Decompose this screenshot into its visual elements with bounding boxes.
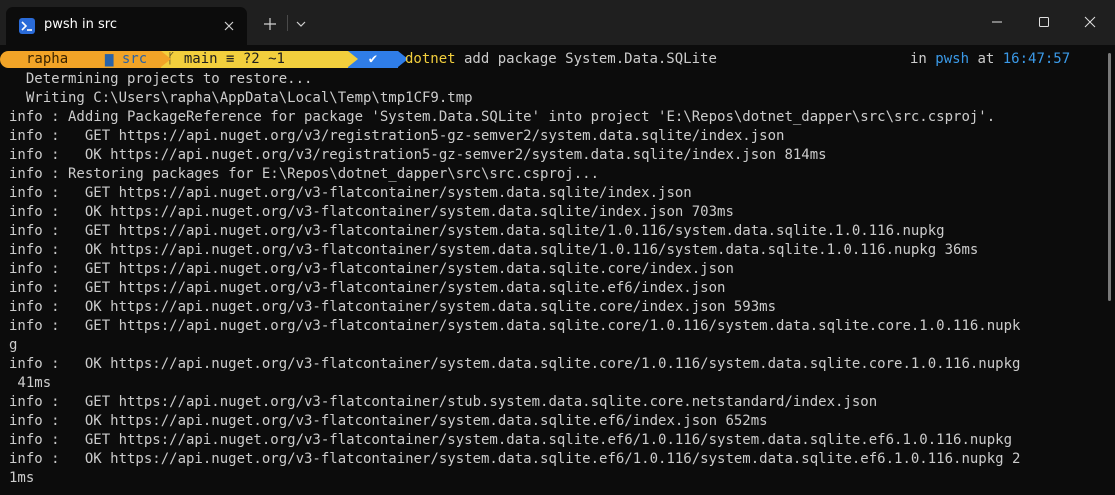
right-prompt-at: at bbox=[969, 51, 1003, 67]
prompt-git-status: main ≡ ?2 ~1 bbox=[183, 51, 285, 67]
chevron-down-icon[interactable] bbox=[291, 12, 311, 36]
output-line: info : OK https://api.nuget.org/v3-flatc… bbox=[9, 413, 768, 429]
output-line: info : OK https://api.nuget.org/v3/regis… bbox=[9, 147, 827, 163]
command-arguments: add package System.Data.SQLite bbox=[455, 51, 717, 67]
output-line: info : Adding PackageReference for packa… bbox=[9, 109, 996, 125]
prompt-user-segment: rapha bbox=[0, 51, 83, 68]
output-line: info : Restoring packages for E:\Repos\d… bbox=[9, 166, 600, 182]
output-line: Determining projects to restore... bbox=[9, 71, 313, 87]
output-line: info : GET https://api.nuget.org/v3-flat… bbox=[9, 261, 734, 277]
right-prompt: in pwsh at 16:47:57 bbox=[910, 51, 1070, 68]
output-line: Writing C:\Users\rapha\AppData\Local\Tem… bbox=[9, 90, 473, 106]
prompt-dir-segment: ▆ src bbox=[83, 51, 161, 68]
title-bar: pwsh in src bbox=[0, 0, 1115, 45]
powerline-separator bbox=[161, 51, 171, 67]
prompt-line: rapha ▆ src ᚴ main ≡ ?2 ~1 ✔ dotnet add … bbox=[0, 50, 1115, 68]
output-line: info : GET https://api.nuget.org/v3-flat… bbox=[9, 318, 1021, 334]
checkmark-icon: ✔ bbox=[368, 51, 378, 67]
output-line: info : GET https://api.nuget.org/v3-flat… bbox=[9, 280, 726, 296]
output-line: info : OK https://api.nuget.org/v3-flatc… bbox=[9, 242, 979, 258]
command-executable: dotnet bbox=[405, 51, 456, 67]
scrollbar[interactable] bbox=[1108, 53, 1111, 301]
command-text: dotnet add package System.Data.SQLite bbox=[405, 51, 717, 68]
output-line: info : GET https://api.nuget.org/v3/regi… bbox=[9, 128, 785, 144]
tab-divider bbox=[287, 15, 288, 31]
new-tab-plus-icon[interactable] bbox=[258, 12, 282, 36]
output-line: info : OK https://api.nuget.org/v3-flatc… bbox=[9, 356, 1021, 372]
output-line: g bbox=[9, 337, 18, 353]
powerline-separator bbox=[83, 51, 93, 67]
right-prompt-in: in bbox=[910, 51, 936, 67]
maximize-icon[interactable] bbox=[1032, 10, 1056, 34]
prompt-time: 16:47:57 bbox=[1002, 51, 1071, 67]
output-line: 41ms bbox=[9, 375, 52, 391]
terminal-output-area[interactable]: rapha ▆ src ᚴ main ≡ ?2 ~1 ✔ dotnet add … bbox=[0, 45, 1115, 495]
prompt-git-segment: ᚴ main ≡ ?2 ~1 bbox=[161, 51, 348, 68]
folder-icon: ▆ bbox=[105, 51, 122, 67]
output-line: info : OK https://api.nuget.org/v3-flatc… bbox=[9, 299, 777, 315]
powerline-separator bbox=[348, 51, 358, 67]
output-line: info : GET https://api.nuget.org/v3-flat… bbox=[9, 432, 1013, 448]
output-line: 1ms bbox=[9, 470, 35, 486]
shell-name: pwsh bbox=[935, 51, 970, 67]
output-line: info : GET https://api.nuget.org/v3-flat… bbox=[9, 394, 878, 410]
tab-title: pwsh in src bbox=[44, 17, 117, 32]
output-line: info : OK https://api.nuget.org/v3-flatc… bbox=[9, 204, 734, 220]
close-tab-icon[interactable] bbox=[220, 17, 238, 35]
powershell-icon bbox=[19, 18, 35, 34]
output-line: info : OK https://api.nuget.org/v3-flatc… bbox=[9, 451, 1021, 467]
tab-pwsh[interactable]: pwsh in src bbox=[6, 7, 247, 45]
command-output: Determining projects to restore... Writi… bbox=[9, 70, 1107, 488]
close-window-icon[interactable] bbox=[1078, 10, 1102, 34]
output-line: info : GET https://api.nuget.org/v3-flat… bbox=[9, 223, 945, 239]
prompt-dir: src bbox=[121, 51, 148, 67]
output-line: info : GET https://api.nuget.org/v3-flat… bbox=[9, 185, 692, 201]
minimize-icon[interactable] bbox=[985, 10, 1009, 34]
